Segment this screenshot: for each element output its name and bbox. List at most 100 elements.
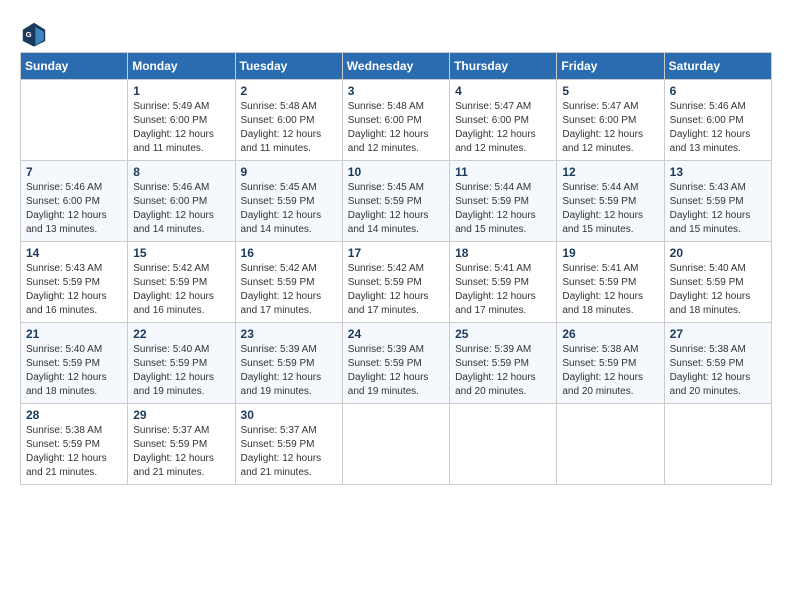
day-info: Sunrise: 5:44 AMSunset: 5:59 PMDaylight:… [562, 181, 658, 237]
day-number: 13 [670, 165, 766, 179]
day-number: 30 [241, 408, 337, 422]
day-info: Sunrise: 5:39 AMSunset: 5:59 PMDaylight:… [241, 343, 337, 399]
day-number: 2 [241, 84, 337, 98]
day-info: Sunrise: 5:46 AMSunset: 6:00 PMDaylight:… [26, 181, 122, 237]
calendar-cell: 16 Sunrise: 5:42 AMSunset: 5:59 PMDaylig… [235, 242, 342, 323]
calendar-cell: 21 Sunrise: 5:40 AMSunset: 5:59 PMDaylig… [21, 323, 128, 404]
page-header: G [20, 20, 772, 48]
day-info: Sunrise: 5:40 AMSunset: 5:59 PMDaylight:… [670, 262, 766, 318]
calendar-cell: 1 Sunrise: 5:49 AMSunset: 6:00 PMDayligh… [128, 80, 235, 161]
calendar-cell: 10 Sunrise: 5:45 AMSunset: 5:59 PMDaylig… [342, 161, 449, 242]
calendar-cell: 25 Sunrise: 5:39 AMSunset: 5:59 PMDaylig… [450, 323, 557, 404]
day-number: 16 [241, 246, 337, 260]
day-number: 29 [133, 408, 229, 422]
day-info: Sunrise: 5:43 AMSunset: 5:59 PMDaylight:… [670, 181, 766, 237]
day-header-wednesday: Wednesday [342, 53, 449, 80]
day-number: 3 [348, 84, 444, 98]
day-info: Sunrise: 5:41 AMSunset: 5:59 PMDaylight:… [562, 262, 658, 318]
calendar-cell: 6 Sunrise: 5:46 AMSunset: 6:00 PMDayligh… [664, 80, 771, 161]
calendar-cell: 19 Sunrise: 5:41 AMSunset: 5:59 PMDaylig… [557, 242, 664, 323]
day-number: 1 [133, 84, 229, 98]
day-info: Sunrise: 5:39 AMSunset: 5:59 PMDaylight:… [348, 343, 444, 399]
day-info: Sunrise: 5:37 AMSunset: 5:59 PMDaylight:… [133, 424, 229, 480]
day-header-sunday: Sunday [21, 53, 128, 80]
day-number: 6 [670, 84, 766, 98]
calendar-cell: 27 Sunrise: 5:38 AMSunset: 5:59 PMDaylig… [664, 323, 771, 404]
calendar-cell [664, 404, 771, 485]
calendar-cell [557, 404, 664, 485]
day-header-monday: Monday [128, 53, 235, 80]
day-info: Sunrise: 5:41 AMSunset: 5:59 PMDaylight:… [455, 262, 551, 318]
calendar-cell: 13 Sunrise: 5:43 AMSunset: 5:59 PMDaylig… [664, 161, 771, 242]
calendar-cell: 9 Sunrise: 5:45 AMSunset: 5:59 PMDayligh… [235, 161, 342, 242]
day-info: Sunrise: 5:47 AMSunset: 6:00 PMDaylight:… [455, 100, 551, 156]
calendar-cell: 22 Sunrise: 5:40 AMSunset: 5:59 PMDaylig… [128, 323, 235, 404]
day-number: 4 [455, 84, 551, 98]
day-header-friday: Friday [557, 53, 664, 80]
day-info: Sunrise: 5:48 AMSunset: 6:00 PMDaylight:… [348, 100, 444, 156]
day-number: 20 [670, 246, 766, 260]
day-info: Sunrise: 5:46 AMSunset: 6:00 PMDaylight:… [670, 100, 766, 156]
day-header-tuesday: Tuesday [235, 53, 342, 80]
day-info: Sunrise: 5:37 AMSunset: 5:59 PMDaylight:… [241, 424, 337, 480]
day-number: 23 [241, 327, 337, 341]
calendar-week-2: 7 Sunrise: 5:46 AMSunset: 6:00 PMDayligh… [21, 161, 772, 242]
calendar-cell: 24 Sunrise: 5:39 AMSunset: 5:59 PMDaylig… [342, 323, 449, 404]
day-header-saturday: Saturday [664, 53, 771, 80]
calendar-cell: 28 Sunrise: 5:38 AMSunset: 5:59 PMDaylig… [21, 404, 128, 485]
day-number: 22 [133, 327, 229, 341]
calendar-cell: 5 Sunrise: 5:47 AMSunset: 6:00 PMDayligh… [557, 80, 664, 161]
calendar-cell [21, 80, 128, 161]
calendar-cell: 23 Sunrise: 5:39 AMSunset: 5:59 PMDaylig… [235, 323, 342, 404]
day-number: 21 [26, 327, 122, 341]
calendar-cell: 2 Sunrise: 5:48 AMSunset: 6:00 PMDayligh… [235, 80, 342, 161]
calendar-cell: 26 Sunrise: 5:38 AMSunset: 5:59 PMDaylig… [557, 323, 664, 404]
calendar-cell: 15 Sunrise: 5:42 AMSunset: 5:59 PMDaylig… [128, 242, 235, 323]
day-number: 14 [26, 246, 122, 260]
calendar-week-5: 28 Sunrise: 5:38 AMSunset: 5:59 PMDaylig… [21, 404, 772, 485]
calendar-week-3: 14 Sunrise: 5:43 AMSunset: 5:59 PMDaylig… [21, 242, 772, 323]
day-number: 7 [26, 165, 122, 179]
day-number: 11 [455, 165, 551, 179]
calendar-cell: 29 Sunrise: 5:37 AMSunset: 5:59 PMDaylig… [128, 404, 235, 485]
calendar-cell: 11 Sunrise: 5:44 AMSunset: 5:59 PMDaylig… [450, 161, 557, 242]
day-number: 8 [133, 165, 229, 179]
day-number: 17 [348, 246, 444, 260]
day-number: 5 [562, 84, 658, 98]
calendar-cell [342, 404, 449, 485]
calendar-cell: 3 Sunrise: 5:48 AMSunset: 6:00 PMDayligh… [342, 80, 449, 161]
day-info: Sunrise: 5:40 AMSunset: 5:59 PMDaylight:… [26, 343, 122, 399]
day-info: Sunrise: 5:38 AMSunset: 5:59 PMDaylight:… [562, 343, 658, 399]
calendar-cell: 4 Sunrise: 5:47 AMSunset: 6:00 PMDayligh… [450, 80, 557, 161]
calendar-cell: 14 Sunrise: 5:43 AMSunset: 5:59 PMDaylig… [21, 242, 128, 323]
day-info: Sunrise: 5:47 AMSunset: 6:00 PMDaylight:… [562, 100, 658, 156]
calendar-week-1: 1 Sunrise: 5:49 AMSunset: 6:00 PMDayligh… [21, 80, 772, 161]
day-info: Sunrise: 5:38 AMSunset: 5:59 PMDaylight:… [670, 343, 766, 399]
calendar-week-4: 21 Sunrise: 5:40 AMSunset: 5:59 PMDaylig… [21, 323, 772, 404]
calendar-cell: 20 Sunrise: 5:40 AMSunset: 5:59 PMDaylig… [664, 242, 771, 323]
day-number: 25 [455, 327, 551, 341]
logo: G [20, 20, 52, 48]
day-info: Sunrise: 5:45 AMSunset: 5:59 PMDaylight:… [241, 181, 337, 237]
day-info: Sunrise: 5:43 AMSunset: 5:59 PMDaylight:… [26, 262, 122, 318]
day-info: Sunrise: 5:45 AMSunset: 5:59 PMDaylight:… [348, 181, 444, 237]
calendar-cell: 30 Sunrise: 5:37 AMSunset: 5:59 PMDaylig… [235, 404, 342, 485]
calendar-cell: 12 Sunrise: 5:44 AMSunset: 5:59 PMDaylig… [557, 161, 664, 242]
day-info: Sunrise: 5:49 AMSunset: 6:00 PMDaylight:… [133, 100, 229, 156]
calendar-cell: 7 Sunrise: 5:46 AMSunset: 6:00 PMDayligh… [21, 161, 128, 242]
day-header-thursday: Thursday [450, 53, 557, 80]
day-number: 10 [348, 165, 444, 179]
calendar-cell: 17 Sunrise: 5:42 AMSunset: 5:59 PMDaylig… [342, 242, 449, 323]
day-number: 28 [26, 408, 122, 422]
day-number: 12 [562, 165, 658, 179]
calendar-header-row: SundayMondayTuesdayWednesdayThursdayFrid… [21, 53, 772, 80]
day-number: 24 [348, 327, 444, 341]
logo-icon: G [20, 20, 48, 48]
svg-text:G: G [26, 30, 32, 39]
day-info: Sunrise: 5:46 AMSunset: 6:00 PMDaylight:… [133, 181, 229, 237]
day-info: Sunrise: 5:42 AMSunset: 5:59 PMDaylight:… [241, 262, 337, 318]
day-number: 9 [241, 165, 337, 179]
day-number: 15 [133, 246, 229, 260]
day-number: 18 [455, 246, 551, 260]
day-info: Sunrise: 5:42 AMSunset: 5:59 PMDaylight:… [348, 262, 444, 318]
